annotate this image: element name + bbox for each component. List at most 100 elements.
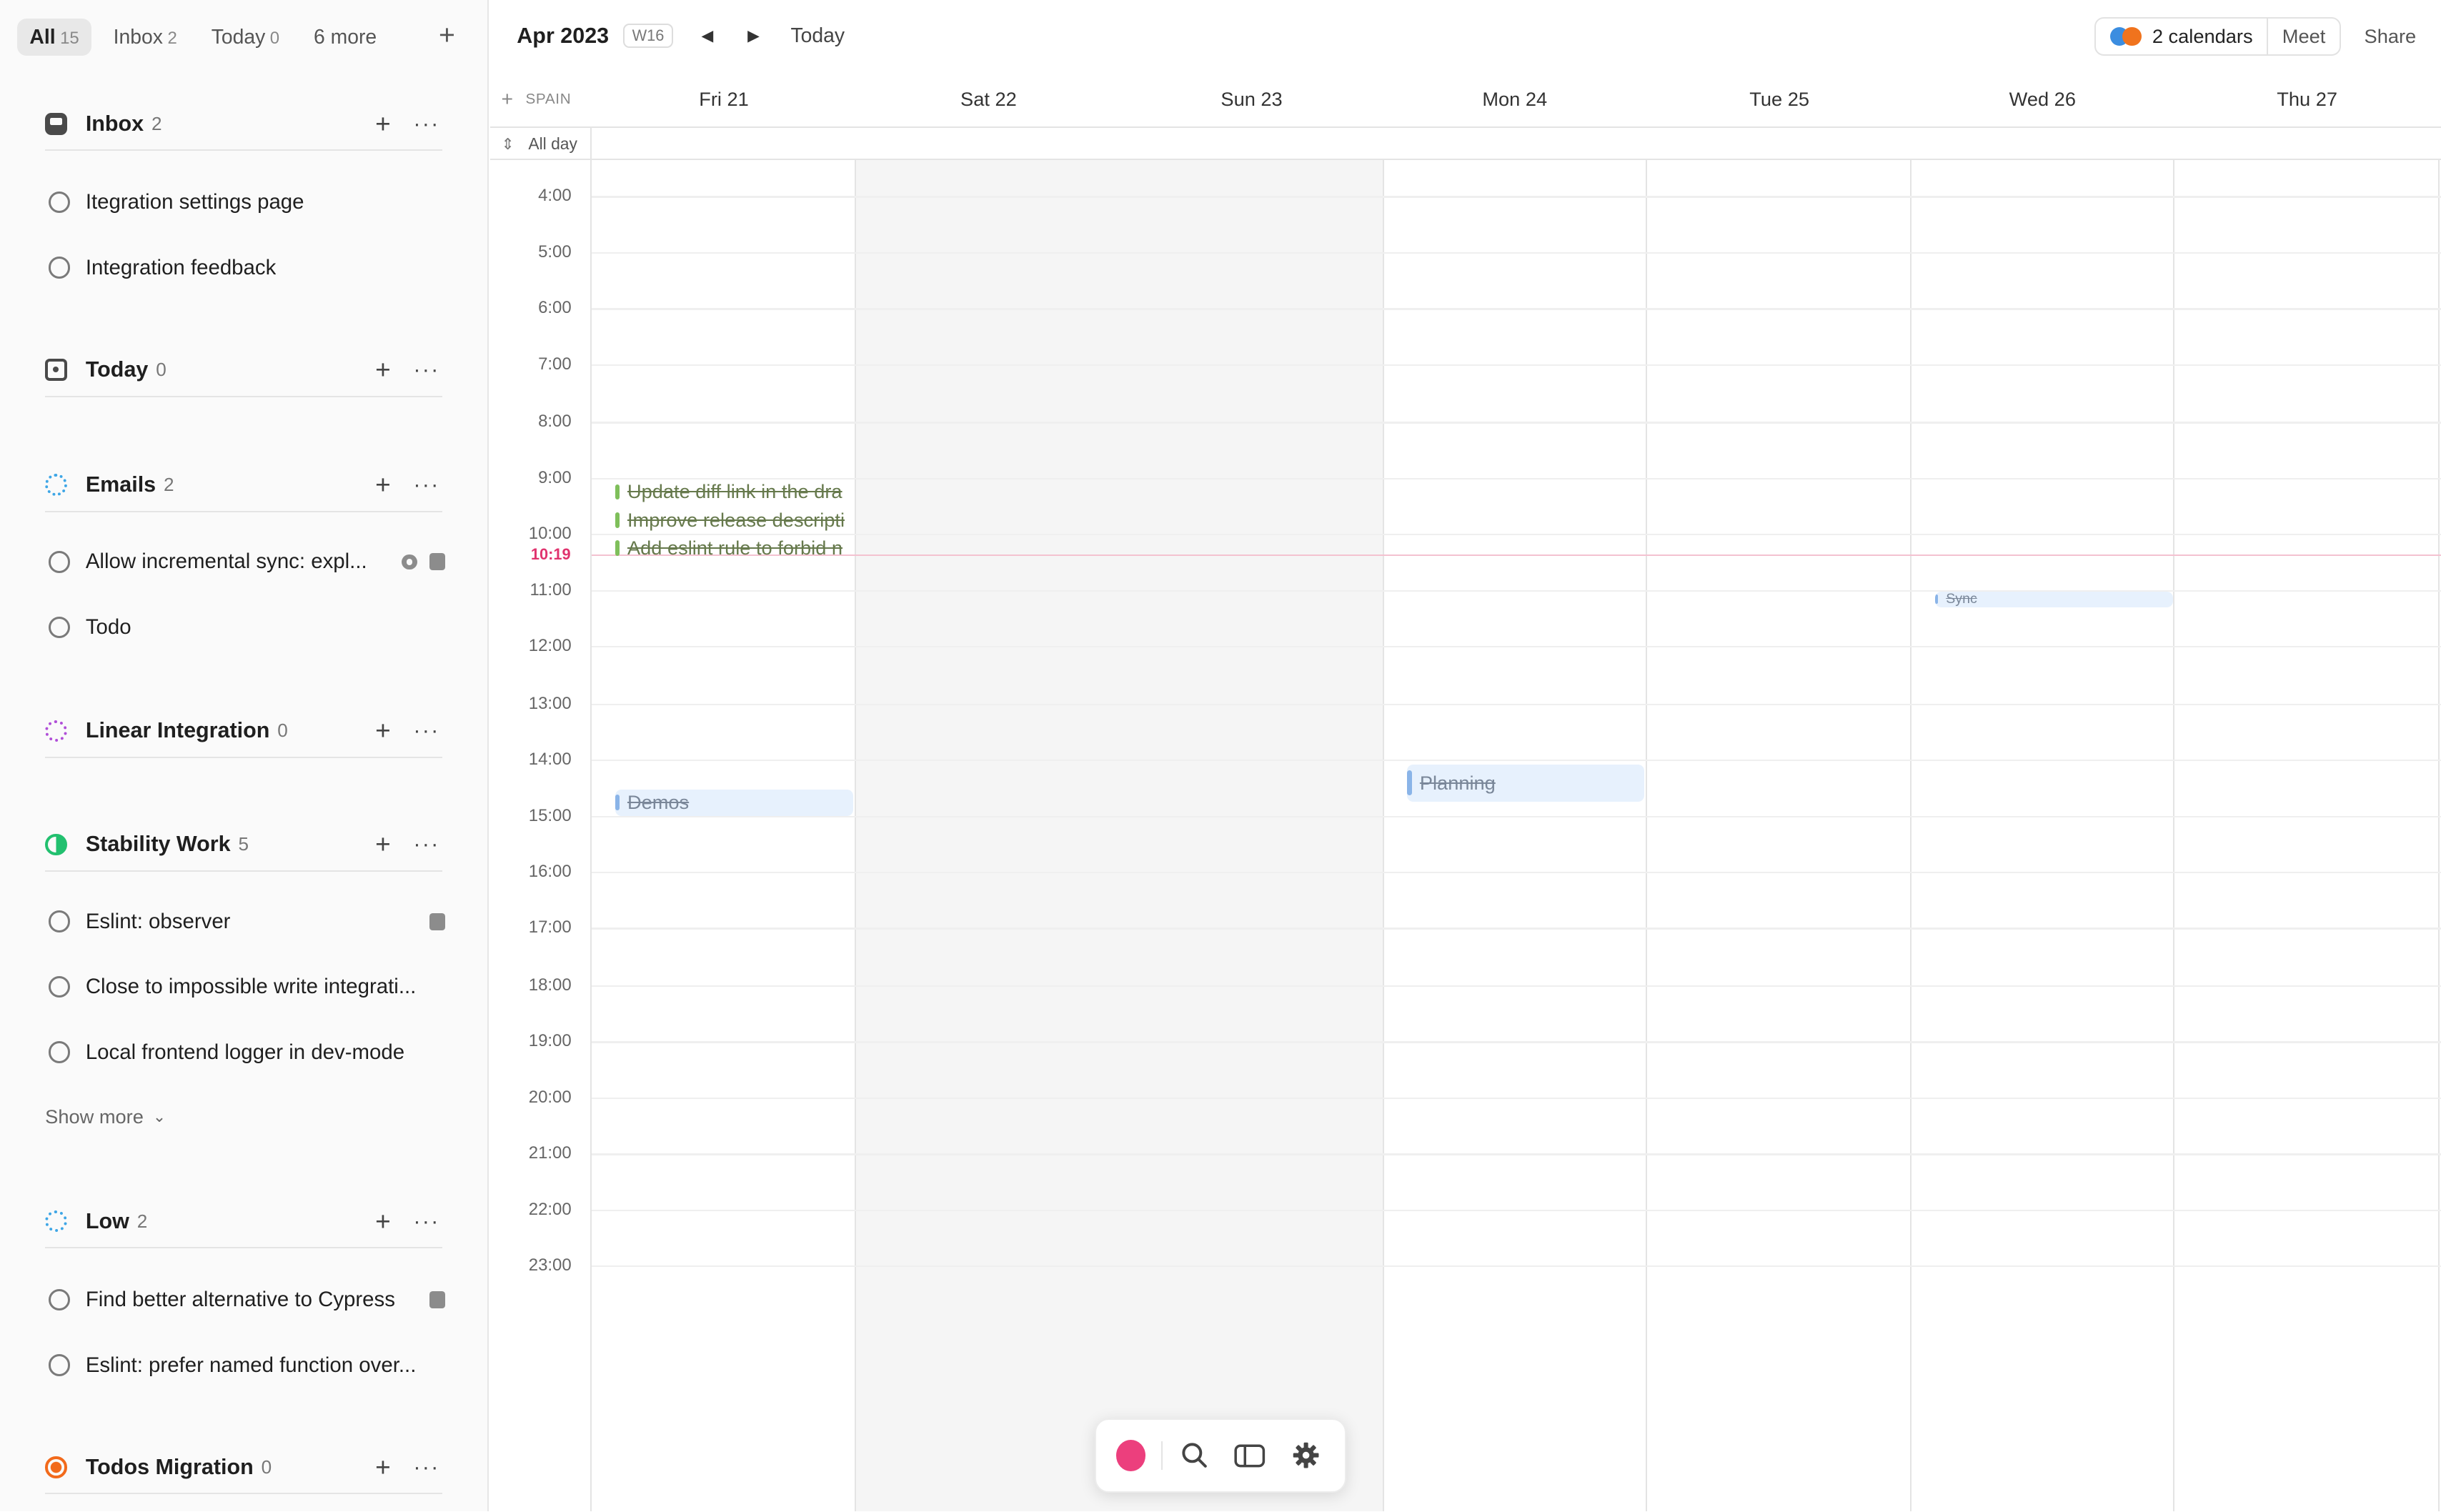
group-header-today[interactable]: Today 0 + ··· — [45, 344, 442, 397]
calendar-event[interactable]: Demos — [615, 789, 853, 816]
calendars-button[interactable]: 2 calendars — [2096, 19, 2267, 54]
group-header-linear-integration[interactable]: Linear Integration 0 + ··· — [45, 705, 442, 758]
task-checkbox[interactable] — [48, 551, 71, 573]
add-task-button[interactable]: + — [367, 469, 399, 500]
add-task-button[interactable]: + — [367, 1452, 399, 1483]
add-task-button[interactable]: + — [367, 715, 399, 746]
hour-label: 10:00 — [528, 524, 572, 544]
previous-week-button[interactable]: ◀ — [701, 26, 713, 45]
hour-label: 14:00 — [528, 750, 572, 770]
group-header-emails[interactable]: Emails 2 + ··· — [45, 459, 442, 512]
hour-label: 6:00 — [538, 298, 572, 318]
expand-icon[interactable]: ⇕ — [502, 135, 514, 154]
group-title: Linear Integration — [85, 718, 270, 743]
day-header[interactable]: Mon 24 — [1383, 71, 1647, 127]
more-options-icon[interactable]: ··· — [411, 1209, 442, 1234]
day-column-thu[interactable] — [2174, 160, 2440, 1512]
group-header-inbox[interactable]: Inbox 2 + ··· — [45, 98, 442, 151]
day-column-sat[interactable] — [856, 160, 1121, 1512]
calendar-event[interactable]: Improve release descripti — [615, 507, 853, 532]
task-checkbox[interactable] — [48, 1354, 71, 1376]
next-week-button[interactable]: ▶ — [747, 26, 760, 45]
day-header[interactable]: Sun 23 — [1119, 71, 1383, 127]
day-header[interactable]: Sat 22 — [856, 71, 1120, 127]
day-header[interactable]: Tue 25 — [1647, 71, 1911, 127]
more-options-icon[interactable]: ··· — [411, 111, 442, 136]
task-label: Local frontend logger in dev-mode — [85, 1040, 405, 1064]
day-header[interactable]: Wed 26 — [1910, 71, 2174, 127]
group-header-todos-migration[interactable]: Todos Migration 0 + ··· — [45, 1441, 442, 1495]
hour-label: 8:00 — [538, 412, 572, 432]
hour-line — [591, 815, 2441, 817]
task-item[interactable]: Allow incremental sync: expl... — [48, 543, 446, 580]
task-checkbox[interactable] — [48, 1288, 71, 1311]
day-header[interactable]: Fri 21 — [592, 71, 856, 127]
task-checkbox[interactable] — [48, 910, 71, 932]
sidebar-tabs: All 15 Inbox 2 Today 0 6 more + — [16, 17, 466, 58]
group-title: Stability Work — [85, 832, 231, 857]
meet-button[interactable]: Meet — [2267, 18, 2340, 55]
tab-today[interactable]: Today 0 — [199, 19, 292, 56]
today-button[interactable]: Today — [790, 24, 845, 48]
day-column-mon[interactable] — [1383, 160, 1647, 1512]
calendar-event[interactable]: Add eslint rule to forbid n — [615, 535, 853, 560]
hour-label: 13:00 — [528, 693, 572, 713]
task-checkbox[interactable] — [48, 191, 71, 214]
add-task-button[interactable]: + — [367, 354, 399, 385]
orange-circle-icon — [45, 1456, 67, 1478]
more-options-icon[interactable]: ··· — [411, 357, 442, 382]
hour-line — [591, 760, 2441, 762]
calendar-event[interactable]: Update diff link in the dra — [615, 479, 853, 504]
task-checkbox[interactable] — [48, 257, 71, 279]
group-header-low[interactable]: Low 2 + ··· — [45, 1195, 442, 1249]
share-button[interactable]: Share — [2365, 25, 2417, 48]
all-day-row[interactable]: ⇕ All day — [490, 127, 2441, 161]
progress-circle-icon — [45, 833, 67, 856]
day-column-sun[interactable] — [1119, 160, 1384, 1512]
calendar-event[interactable]: Sync — [1934, 591, 2174, 607]
hour-label: 16:00 — [528, 862, 572, 881]
search-icon[interactable] — [1178, 1438, 1210, 1473]
app-logo-icon[interactable] — [1115, 1440, 1146, 1471]
event-title: Sync — [1946, 591, 1977, 607]
week-grid[interactable]: 4:00 5:00 6:00 7:00 8:00 9:00 10:00 11:0… — [490, 160, 2441, 1512]
group-count: 2 — [164, 474, 174, 496]
task-item[interactable]: Close to impossible write integrati... — [48, 968, 446, 1005]
settings-gear-icon[interactable] — [1290, 1438, 1322, 1473]
task-checkbox[interactable] — [48, 616, 71, 639]
day-column-fri[interactable] — [592, 160, 857, 1512]
add-task-button[interactable]: + — [367, 109, 399, 139]
task-item[interactable]: Local frontend logger in dev-mode — [48, 1034, 446, 1071]
add-task-button[interactable]: + — [367, 829, 399, 860]
group-header-stability-work[interactable]: Stability Work 5 + ··· — [45, 819, 442, 872]
event-title: Demos — [627, 791, 690, 814]
task-checkbox[interactable] — [48, 975, 71, 998]
add-task-button[interactable]: + — [367, 1206, 399, 1237]
more-options-icon[interactable]: ··· — [411, 472, 442, 497]
day-column-wed[interactable] — [1910, 160, 2175, 1512]
day-header[interactable]: Thu 27 — [2174, 71, 2439, 127]
task-item[interactable]: Find better alternative to Cypress — [48, 1281, 446, 1318]
hour-line — [591, 1097, 2441, 1100]
tab-all[interactable]: All 15 — [16, 19, 92, 56]
task-item[interactable]: Todo — [48, 609, 446, 646]
hour-line — [591, 1265, 2441, 1268]
more-options-icon[interactable]: ··· — [411, 1455, 442, 1480]
sidebar-toggle-icon[interactable] — [1234, 1438, 1266, 1473]
task-item[interactable]: Itegration settings page — [48, 184, 446, 221]
tab-inbox[interactable]: Inbox 2 — [101, 19, 189, 56]
add-tab-button[interactable]: + — [428, 17, 465, 54]
more-options-icon[interactable]: ··· — [411, 718, 442, 743]
add-timezone-button[interactable]: + — [502, 88, 514, 111]
task-item[interactable]: Integration feedback — [48, 249, 446, 287]
task-item[interactable]: Eslint: observer — [48, 903, 446, 940]
hour-line — [591, 703, 2441, 705]
task-checkbox[interactable] — [48, 1041, 71, 1063]
timezone-label: SPAIN — [525, 91, 572, 108]
more-options-icon[interactable]: ··· — [411, 832, 442, 857]
show-more-button[interactable]: Show more ⌄ — [45, 1105, 166, 1128]
task-item[interactable]: Eslint: prefer named function over... — [48, 1346, 446, 1383]
tab-more[interactable]: 6 more — [302, 19, 389, 56]
calendar-event[interactable]: Planning — [1407, 764, 1644, 802]
day-column-tue[interactable] — [1647, 160, 1912, 1512]
